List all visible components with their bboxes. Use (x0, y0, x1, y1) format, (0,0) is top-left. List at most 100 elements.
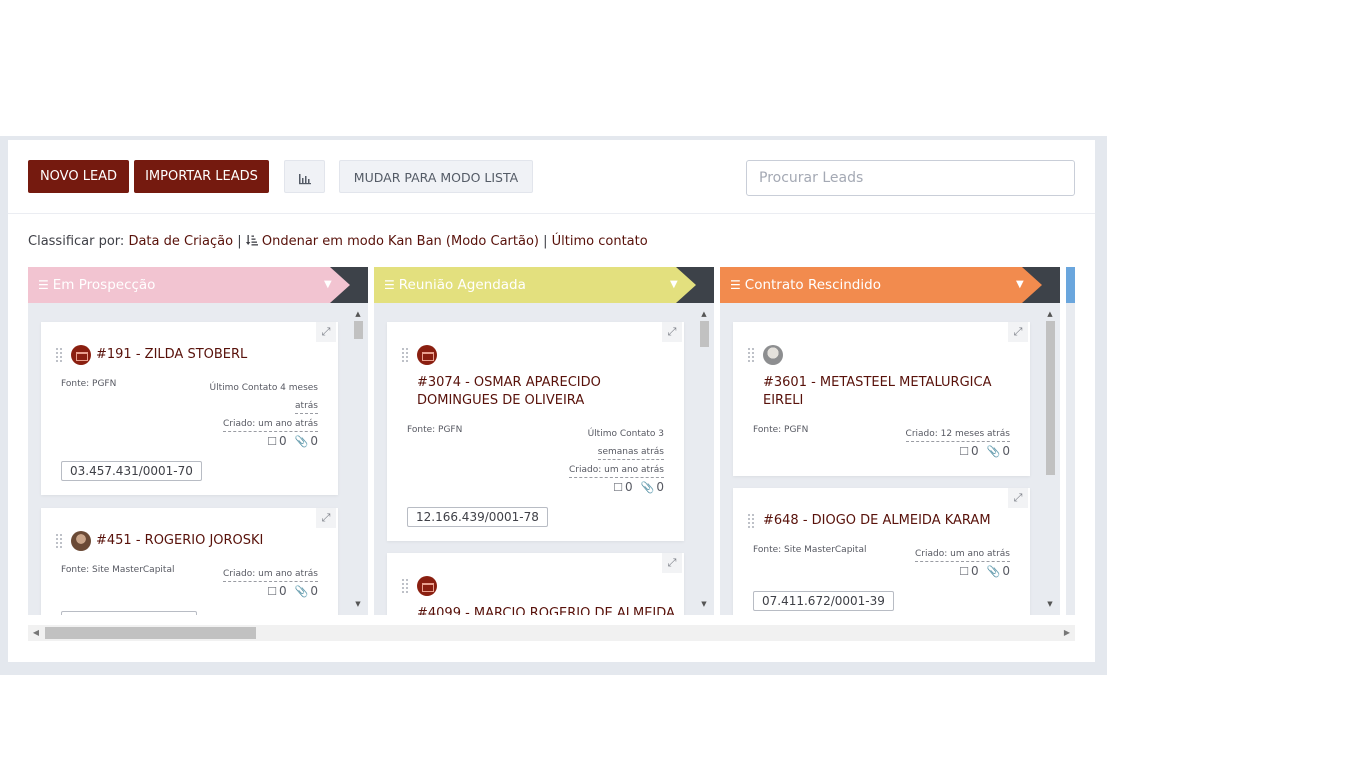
menu-icon: ☰ (384, 278, 395, 292)
scroll-left-icon[interactable]: ◀ (28, 625, 44, 641)
last-contact-text: atrás (295, 401, 318, 414)
expand-icon[interactable]: ⤢ (1008, 488, 1028, 508)
notes-count: 0 (279, 434, 287, 448)
lead-source: Fonte: PGFN (753, 425, 809, 435)
paperclip-icon: 📎 (640, 481, 655, 494)
kanban-column-reuniao-agendada: ☰ Reunião Agendada ▼ ▲ ▼ ⤢ #3074 - OSMAR… (374, 267, 714, 615)
scroll-down-icon[interactable]: ▼ (352, 599, 364, 609)
sort-creation-date-link[interactable]: Data de Criação (128, 234, 233, 249)
scroll-up-icon[interactable]: ▲ (1044, 309, 1056, 319)
paperclip-icon: 📎 (294, 585, 309, 598)
import-leads-button[interactable]: IMPORTAR LEADS (134, 160, 269, 193)
drag-handle-icon[interactable] (401, 578, 409, 594)
sort-label: Classificar por: (28, 234, 125, 249)
column-scrollbar[interactable]: ▲ ▼ (352, 309, 364, 609)
avatar (71, 345, 91, 365)
chevron-down-icon[interactable]: ▼ (670, 267, 678, 303)
lead-dates: Criado: um ano atrás (223, 565, 318, 583)
last-contact-text: Último Contato 4 meses (209, 383, 319, 393)
created-text: Criado: um ano atrás (223, 419, 318, 432)
notes-count: 0 (971, 564, 979, 578)
expand-icon[interactable]: ⤢ (662, 322, 682, 342)
menu-icon: ☰ (38, 278, 49, 292)
lead-title[interactable]: #648 - DIOGO DE ALMEIDA KARAM (763, 512, 991, 530)
scroll-up-icon[interactable]: ▲ (352, 309, 364, 319)
column-header[interactable]: ☰ Contrato Rescindido ▼ (720, 267, 1060, 303)
last-contact-text: semanas atrás (597, 447, 664, 460)
column-body: ▲ ▼ ⤢ #3074 - OSMAR APARECIDO DOMINGUES … (374, 303, 714, 615)
attachments-count: 0 (656, 480, 664, 494)
column-title-text: Reunião Agendada (398, 277, 526, 293)
scroll-down-icon[interactable]: ▼ (698, 599, 710, 609)
scroll-up-icon[interactable]: ▲ (698, 309, 710, 319)
expand-icon[interactable]: ⤢ (316, 508, 336, 528)
column-body: ▲ ▼ ⤢ #3601 - METASTEEL METALURGICA EIRE… (720, 303, 1060, 615)
menu-icon: ☰ (730, 278, 741, 292)
drag-handle-icon[interactable] (747, 347, 755, 363)
scrollbar-thumb[interactable] (354, 321, 363, 339)
scrollbar-thumb[interactable] (700, 321, 709, 347)
search-input[interactable] (746, 160, 1075, 196)
bar-chart-icon (298, 173, 311, 184)
scrollbar-thumb[interactable] (45, 627, 256, 639)
column-title: ☰ Em Prospecção (38, 267, 155, 303)
chart-button[interactable] (284, 160, 325, 193)
cnpj-badge: 07.411.672/0001-39 (753, 591, 894, 611)
sort-kanban-link[interactable]: Ondenar em modo Kan Ban (Modo Cartão) (245, 234, 539, 249)
drag-handle-icon[interactable] (401, 347, 409, 363)
expand-icon[interactable]: ⤢ (1008, 322, 1028, 342)
chevron-down-icon[interactable]: ▼ (1016, 267, 1024, 303)
column-scrollbar[interactable]: ▲ ▼ (1044, 309, 1056, 609)
lead-title[interactable]: #4099 - MARCIO ROGERIO DE ALMEIDA (417, 605, 675, 615)
expand-icon[interactable]: ⤢ (662, 553, 682, 573)
lead-title[interactable]: #451 - ROGERIO JOROSKI (96, 532, 263, 550)
lead-card[interactable]: ⤢ #648 - DIOGO DE ALMEIDA KARAM Fonte: S… (733, 488, 1030, 615)
board-horizontal-scrollbar[interactable]: ◀ ▶ (28, 625, 1075, 641)
lead-card[interactable]: ⤢ #3601 - METASTEEL METALURGICA EIRELI F… (733, 322, 1030, 476)
kanban-board: ☰ Em Prospecção ▼ ▲ ▼ ⤢ #191 - ZILDA STOB… (28, 267, 1075, 615)
new-lead-button[interactable]: NOVO LEAD (28, 160, 129, 193)
column-header[interactable]: ☰ Em Prospecção ▼ (28, 267, 368, 303)
cnpj-badge: 03.457.431/0001-70 (61, 461, 202, 481)
lead-card[interactable]: ⤢ #191 - ZILDA STOBERL Fonte: PGFN Últim… (41, 322, 338, 495)
sort-last-contact-link[interactable]: Último contato (552, 234, 648, 249)
kanban-column-contrato-rescindido: ☰ Contrato Rescindido ▼ ▲ ▼ ⤢ #3601 - ME… (720, 267, 1060, 615)
lead-title-line: EIRELI (763, 393, 804, 408)
leads-page-container: NOVO LEAD IMPORTAR LEADS MUDAR PARA MODO… (0, 136, 1107, 675)
lead-title-line: DOMINGUES DE OLIVEIRA (417, 393, 585, 408)
list-mode-button[interactable]: MUDAR PARA MODO LISTA (339, 160, 533, 193)
avatar (417, 345, 437, 365)
lead-card[interactable]: ⤢ #3074 - OSMAR APARECIDO DOMINGUES DE O… (387, 322, 684, 541)
lead-title[interactable]: #3074 - OSMAR APARECIDO DOMINGUES DE OLI… (417, 374, 601, 410)
lead-dates: Último Contato 3 semanas atrás Criado: u… (569, 425, 664, 479)
lead-counters: ☐ 0 📎 0 (613, 480, 664, 494)
lead-card[interactable]: ⤢ #4099 - MARCIO ROGERIO DE ALMEIDA (387, 553, 684, 615)
column-header[interactable] (1066, 267, 1075, 303)
drag-handle-icon[interactable] (55, 347, 63, 363)
comment-icon: ☐ (267, 435, 278, 448)
created-text: Criado: 12 meses atrás (905, 429, 1010, 442)
chevron-down-icon[interactable]: ▼ (324, 267, 332, 303)
drag-handle-icon[interactable] (747, 513, 755, 529)
lead-title-line: #3074 - OSMAR APARECIDO (417, 375, 601, 390)
column-title: ☰ Reunião Agendada (384, 267, 526, 303)
notes-count: 0 (279, 584, 287, 598)
scroll-right-icon[interactable]: ▶ (1059, 625, 1075, 641)
column-title: ☰ Contrato Rescindido (730, 267, 881, 303)
lead-title[interactable]: #191 - ZILDA STOBERL (96, 346, 247, 364)
lead-title[interactable]: #3601 - METASTEEL METALURGICA EIRELI (763, 374, 991, 410)
attachments-count: 0 (1002, 444, 1010, 458)
sort-separator: | (543, 234, 548, 249)
expand-icon[interactable]: ⤢ (316, 322, 336, 342)
column-header[interactable]: ☰ Reunião Agendada ▼ (374, 267, 714, 303)
scrollbar-thumb[interactable] (1046, 321, 1055, 475)
column-header-fill (1066, 267, 1075, 303)
cnpj-badge: 12.166.439/0001-78 (407, 507, 548, 527)
column-scrollbar[interactable]: ▲ ▼ (698, 309, 710, 609)
lead-source: Fonte: Site MasterCapital (753, 545, 867, 555)
scroll-down-icon[interactable]: ▼ (1044, 599, 1056, 609)
lead-card[interactable]: ⤢ #451 - ROGERIO JOROSKI Fonte: Site Mas… (41, 508, 338, 615)
lead-source: Fonte: PGFN (407, 425, 463, 435)
notes-count: 0 (971, 444, 979, 458)
drag-handle-icon[interactable] (55, 533, 63, 549)
